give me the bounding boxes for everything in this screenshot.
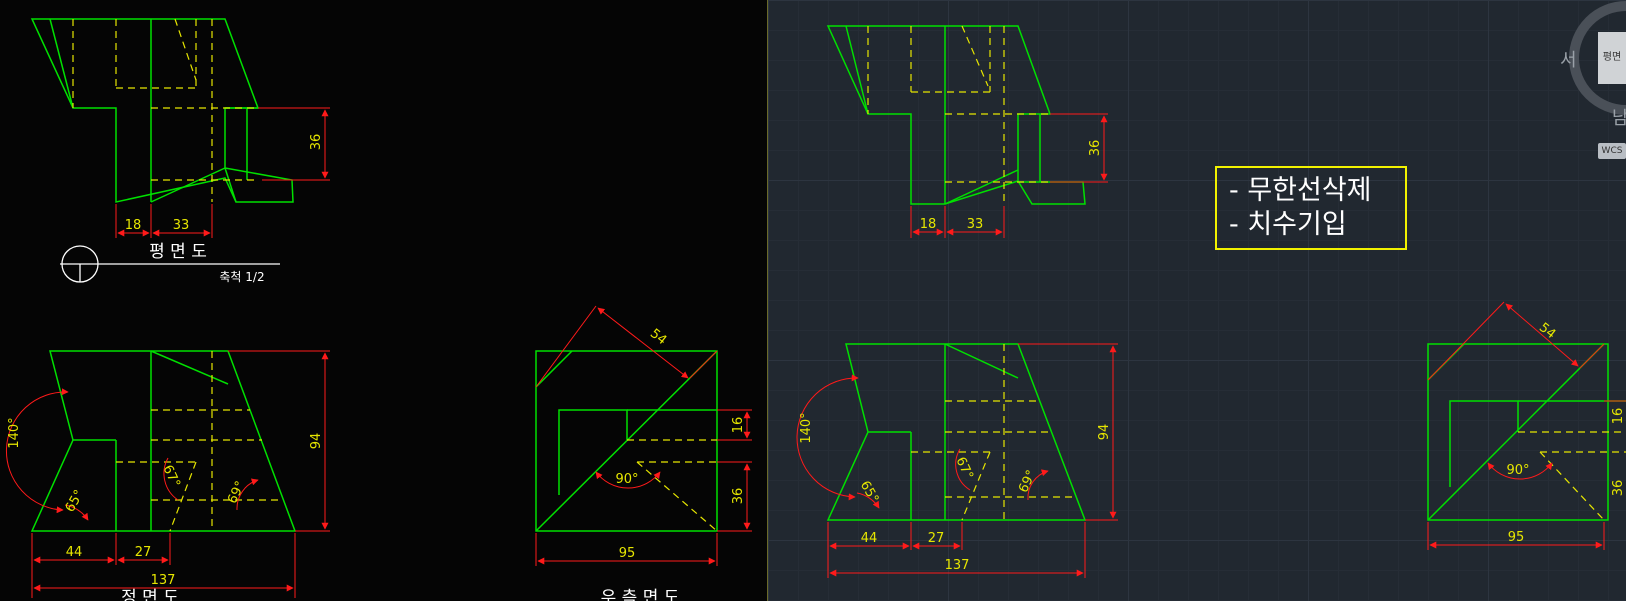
left-front-view: 140° 65° 67° 69° 94 44 27 137 정 면 도: [5, 350, 330, 601]
right-front-w2: 27: [928, 531, 945, 546]
drawing-canvas[interactable]: 36 18 33 평 면 도 축척 1/2 140° 65° 67° 69° 9…: [0, 0, 1626, 601]
left-plan-w2: 33: [173, 218, 190, 233]
left-side-diag: 54: [647, 326, 669, 348]
note-box[interactable]: - 무한선삭제 - 치수기입: [1215, 166, 1407, 250]
left-front-angle-69: 69°: [225, 479, 248, 506]
plan-title: 평 면 도: [149, 242, 207, 262]
right-front-w3: 137: [945, 558, 970, 573]
right-plan-height: 36: [1088, 140, 1103, 157]
left-front-w1: 44: [66, 545, 83, 560]
wcs-button[interactable]: WCS: [1598, 143, 1626, 159]
right-plan-view: 36 18 33: [826, 25, 1108, 238]
right-front-view: 140° 65° 67° 69° 94 44 27 137: [796, 343, 1118, 578]
left-front-height: 94: [309, 433, 324, 450]
right-side-h2: 36: [1611, 480, 1626, 497]
viewcube-face[interactable]: 평면: [1598, 32, 1626, 84]
plan-scale: 축척 1/2: [219, 270, 264, 284]
right-front-w1: 44: [861, 531, 878, 546]
right-front-height: 94: [1097, 424, 1112, 441]
cad-viewport[interactable]: 36 18 33 평 면 도 축척 1/2 140° 65° 67° 69° 9…: [0, 0, 1626, 601]
left-side-view: 54 16 36 90° 95 우 측 면 도: [535, 305, 752, 601]
right-side-h1: 16: [1611, 408, 1626, 425]
left-front-angle-140: 140°: [7, 417, 22, 448]
right-plan-w2: 33: [967, 217, 984, 232]
viewcube-south-label[interactable]: 남: [1612, 104, 1626, 130]
left-side-h2: 36: [731, 488, 746, 505]
right-front-angle-67: 67°: [953, 455, 976, 482]
left-side-angle: 90°: [615, 472, 638, 487]
left-front-angle-65: 65°: [63, 488, 88, 515]
left-plan-w1: 18: [125, 218, 142, 233]
left-side-width: 95: [619, 546, 636, 561]
left-plan-height: 36: [309, 134, 324, 151]
right-front-angle-140: 140°: [799, 412, 814, 443]
front-view-title: 정 면 도: [121, 588, 179, 601]
side-view-title: 우 측 면 도: [601, 588, 680, 601]
right-plan-w1: 18: [920, 217, 937, 232]
viewcube-west-label[interactable]: 서: [1560, 46, 1577, 72]
right-side-width: 95: [1508, 530, 1525, 545]
note-line-2: - 치수기입: [1229, 209, 1347, 240]
left-plan-view: 36 18 33: [30, 18, 330, 238]
left-front-w3: 137: [151, 573, 176, 588]
left-plan-title-block: 평 면 도 축척 1/2: [60, 242, 280, 284]
right-side-angle: 90°: [1506, 463, 1529, 478]
left-side-h1: 16: [731, 417, 746, 434]
left-front-w2: 27: [135, 545, 152, 560]
left-front-angle-67: 67°: [160, 463, 183, 490]
right-front-angle-65: 65°: [857, 479, 882, 506]
right-side-view: 54 16 36 90° 95: [1427, 301, 1626, 550]
note-line-1: - 무한선삭제: [1229, 175, 1372, 206]
right-front-angle-69: 69°: [1016, 468, 1039, 495]
right-side-diag: 54: [1536, 320, 1558, 342]
